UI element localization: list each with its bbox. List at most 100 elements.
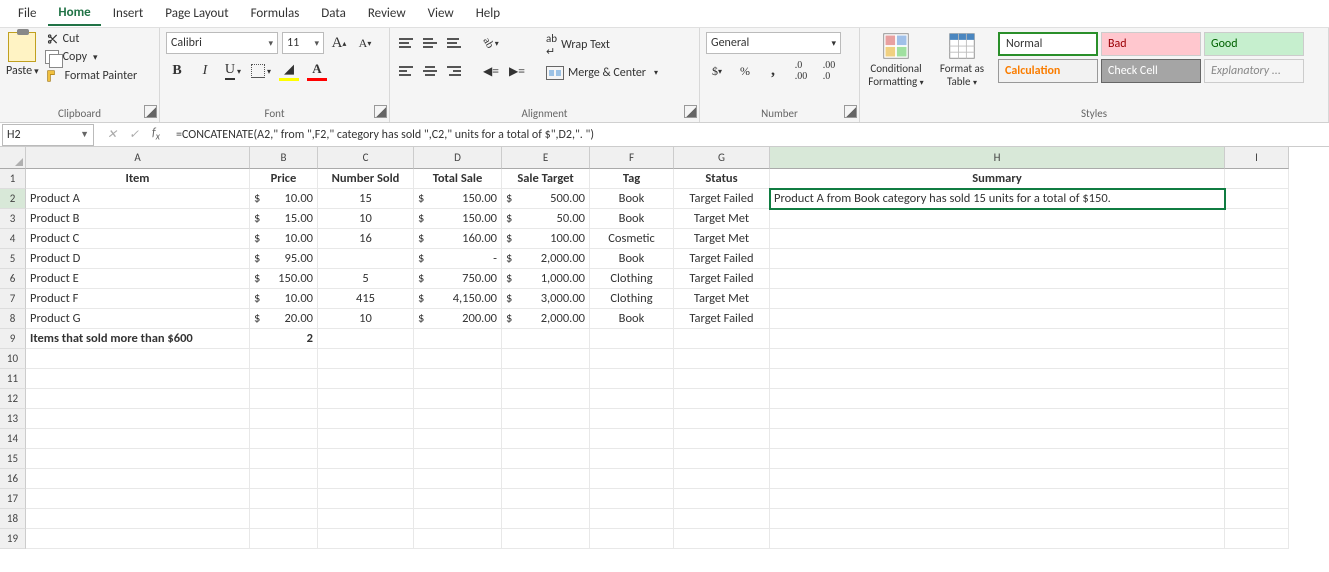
cell[interactable] [250,349,318,369]
cell-sold[interactable] [318,249,414,269]
cell[interactable] [318,349,414,369]
cell-summary[interactable] [770,269,1225,289]
cell[interactable] [770,349,1225,369]
cell-total[interactable]: $- [414,249,502,269]
cell-summary[interactable] [770,289,1225,309]
cell[interactable] [318,389,414,409]
cell[interactable] [502,509,590,529]
cell[interactable] [318,429,414,449]
col-header-D[interactable]: D [414,147,502,169]
cell[interactable] [1225,409,1289,429]
cell[interactable] [502,529,590,549]
cell[interactable] [502,469,590,489]
row-header-6[interactable]: 6 [0,269,26,289]
cell-target[interactable]: $100.00 [502,229,590,249]
header-cell[interactable]: Item [26,169,250,189]
cell-price[interactable]: $15.00 [250,209,318,229]
cell-status[interactable]: Target Failed [674,269,770,289]
style-check-cell[interactable]: Check Cell [1101,59,1201,83]
cell[interactable] [1225,469,1289,489]
font-name-select[interactable]: Calibri▾ [166,32,278,54]
cell-total[interactable]: $4,150.00 [414,289,502,309]
cell[interactable] [1225,449,1289,469]
cell[interactable] [502,329,590,349]
align-left-button[interactable] [396,61,416,81]
cell[interactable] [250,409,318,429]
row-header-14[interactable]: 14 [0,429,26,449]
cell[interactable] [674,449,770,469]
percent-format-button[interactable]: % [734,60,756,82]
cell[interactable] [250,389,318,409]
row-header-8[interactable]: 8 [0,309,26,329]
cell[interactable] [1225,309,1289,329]
cell[interactable] [318,509,414,529]
insert-function-button[interactable]: fx [146,126,166,142]
cell[interactable] [318,409,414,429]
cell[interactable] [1225,429,1289,449]
cell-tag[interactable]: Book [590,309,674,329]
cell-price[interactable]: $10.00 [250,189,318,209]
col-header-B[interactable]: B [250,147,318,169]
row-header-11[interactable]: 11 [0,369,26,389]
cell[interactable] [318,449,414,469]
cell[interactable] [26,349,250,369]
col-header-F[interactable]: F [590,147,674,169]
row-header-3[interactable]: 3 [0,209,26,229]
cell[interactable] [590,409,674,429]
cell-sold[interactable]: 10 [318,209,414,229]
cell[interactable] [1225,529,1289,549]
cell[interactable] [502,389,590,409]
cell-price[interactable]: $150.00 [250,269,318,289]
cell[interactable] [414,429,502,449]
cell[interactable] [590,529,674,549]
cell[interactable] [250,469,318,489]
menu-insert[interactable]: Insert [103,2,154,25]
cell[interactable] [414,329,502,349]
cell-sold[interactable]: 15 [318,189,414,209]
orientation-button[interactable]: ab▾ [480,32,502,54]
cell[interactable] [502,429,590,449]
header-cell[interactable]: Number Sold [318,169,414,189]
cell[interactable] [250,509,318,529]
cell-summary[interactable] [770,209,1225,229]
format-as-table-button[interactable]: Format as Table ▾ [932,32,992,88]
wrap-text-button[interactable]: ab↵Wrap Text [546,32,658,58]
header-cell[interactable]: Summary [770,169,1225,189]
increase-decimal-button[interactable]: .0.00 [790,60,812,82]
cell[interactable] [1225,329,1289,349]
cell-total[interactable]: $150.00 [414,209,502,229]
row-header-1[interactable]: 1 [0,169,26,189]
number-format-select[interactable]: General▾ [706,32,841,54]
cell[interactable] [318,529,414,549]
format-painter-button[interactable]: Format Painter [45,68,138,84]
cell[interactable] [502,369,590,389]
cell[interactable] [414,449,502,469]
cell-summary[interactable] [770,229,1225,249]
cell[interactable] [250,369,318,389]
cell-summary[interactable] [770,249,1225,269]
cell-sold[interactable]: 10 [318,309,414,329]
underline-button[interactable]: U▾ [222,60,244,82]
cell[interactable] [674,329,770,349]
cell-sold[interactable]: 16 [318,229,414,249]
bold-button[interactable]: B [166,60,188,82]
cell-target[interactable]: $2,000.00 [502,309,590,329]
cell[interactable] [1225,349,1289,369]
cell[interactable] [26,389,250,409]
conditional-formatting-button[interactable]: Conditional Formatting ▾ [866,32,926,88]
cell-footer-value[interactable]: 2 [250,329,318,349]
cell-total[interactable]: $200.00 [414,309,502,329]
style-calculation[interactable]: Calculation [998,59,1098,83]
cell[interactable] [674,349,770,369]
cancel-formula-button[interactable]: ✕ [102,127,122,142]
menu-review[interactable]: Review [358,2,416,25]
cell[interactable] [1225,189,1289,209]
cell-target[interactable]: $50.00 [502,209,590,229]
col-header-I[interactable]: I [1225,147,1289,169]
cell-target[interactable]: $500.00 [502,189,590,209]
cell-tag[interactable]: Clothing [590,269,674,289]
cell[interactable] [26,449,250,469]
cell[interactable] [674,529,770,549]
cell[interactable] [1225,289,1289,309]
col-header-G[interactable]: G [674,147,770,169]
